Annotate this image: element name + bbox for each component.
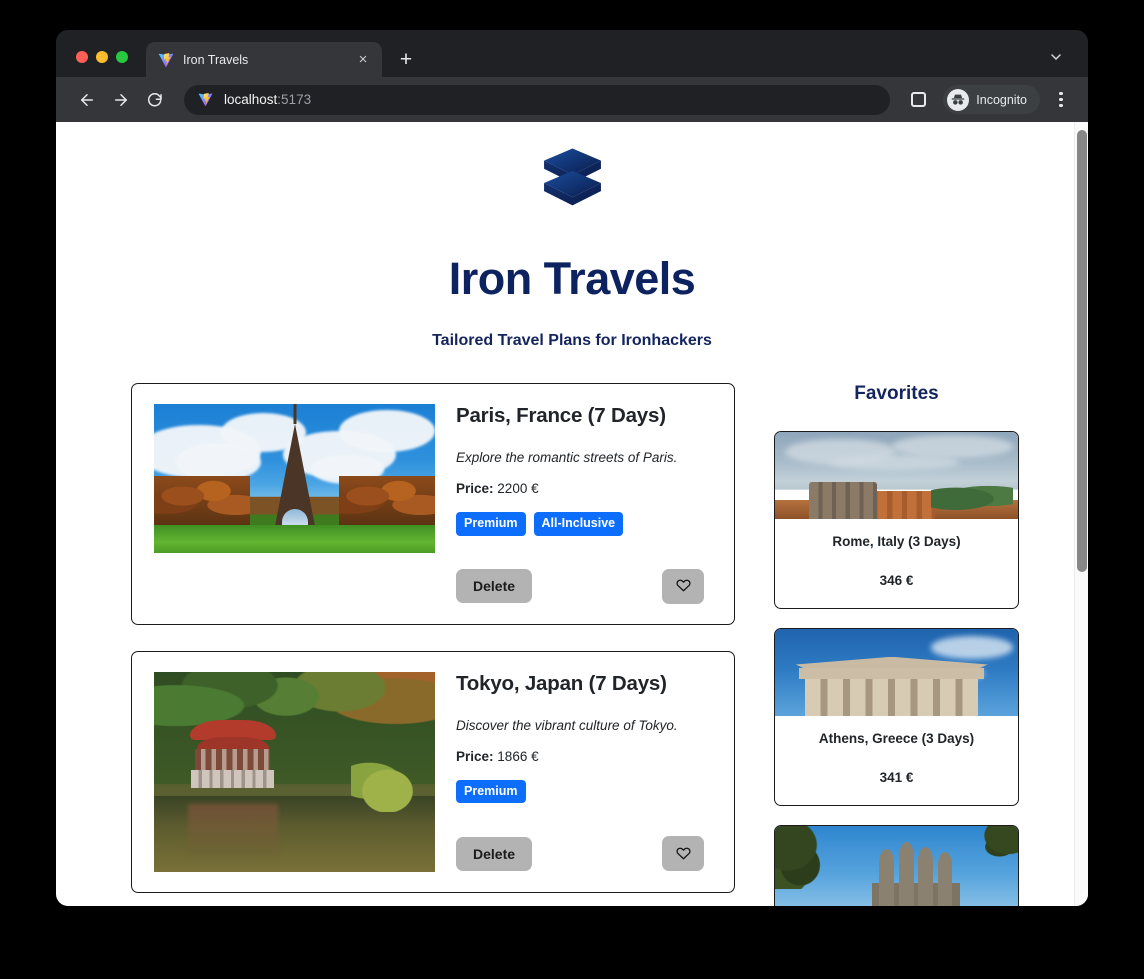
- url-host: localhost: [224, 92, 278, 107]
- favorite-name: Rome, Italy (3 Days): [832, 534, 961, 549]
- kebab-menu-icon[interactable]: [1048, 86, 1074, 114]
- trip-price: Price: 2200 €: [456, 481, 712, 496]
- new-tab-button[interactable]: +: [392, 45, 420, 73]
- reload-button[interactable]: [140, 85, 170, 115]
- forward-button[interactable]: [106, 85, 136, 115]
- site-favicon-icon: [198, 92, 214, 108]
- close-tab-button[interactable]: ×: [354, 51, 372, 69]
- heart-icon: [675, 845, 691, 863]
- incognito-indicator[interactable]: Incognito: [943, 85, 1040, 114]
- window-controls: [56, 51, 128, 77]
- trip-badges: Premium: [456, 779, 712, 803]
- trip-price-label: Price:: [456, 748, 494, 764]
- favorite-price: 341 €: [879, 770, 914, 785]
- trip-details: Paris, France (7 Days) Explore the roman…: [456, 404, 712, 604]
- status-badge: Premium: [456, 779, 526, 803]
- trip-actions: Delete: [456, 836, 704, 871]
- browser-tab[interactable]: Iron Travels ×: [146, 42, 382, 77]
- trip-title: Paris, France (7 Days): [456, 404, 666, 427]
- tab-strip: Iron Travels × +: [56, 30, 1088, 77]
- favorite-info: Rome, Italy (3 Days) 346 €: [775, 519, 1018, 608]
- scrollbar-thumb[interactable]: [1077, 130, 1087, 572]
- trip-actions: Delete: [456, 568, 704, 604]
- trip-price-label: Price:: [456, 481, 494, 496]
- trip-price: Price: 1866 €: [456, 749, 712, 764]
- trip-description: Discover the vibrant culture of Tokyo.: [456, 717, 678, 733]
- page-subtitle: Tailored Travel Plans for Ironhackers: [432, 332, 712, 349]
- favorite-price: 346 €: [879, 573, 914, 588]
- url-port: :5173: [277, 92, 312, 107]
- status-badge: Premium: [456, 512, 526, 536]
- trip-price-value: 2200 €: [497, 481, 539, 496]
- page-scrollbar[interactable]: [1074, 122, 1088, 906]
- favorite-card[interactable]: Barcelona, Spain (3 Days) 349 €: [774, 825, 1019, 906]
- favorite-image-athens: [775, 629, 1018, 716]
- heart-icon: [675, 577, 691, 595]
- favorite-button[interactable]: [662, 836, 704, 871]
- app-logo: [72, 122, 1072, 223]
- page-title: Iron Travels: [448, 253, 696, 304]
- chevron-down-icon[interactable]: [1042, 43, 1070, 71]
- trip-card: Tokyo, Japan (7 Days) Discover the vibra…: [131, 650, 735, 893]
- browser-toolbar: localhost:5173 Incognito: [56, 77, 1088, 122]
- maximize-window-button[interactable]: [116, 51, 128, 63]
- side-panel-icon[interactable]: [904, 86, 932, 114]
- url-text: localhost:5173: [224, 92, 311, 107]
- address-bar[interactable]: localhost:5173: [184, 84, 891, 115]
- favorites-title: Favorites: [854, 383, 939, 404]
- favorites-panel: Favorites Rome, Italy (3 Days) 346 € Ath…: [774, 383, 1019, 906]
- page-content: Iron Travels Tailored Travel Plans for I…: [56, 122, 1088, 906]
- trips-list: Paris, France (7 Days) Explore the roman…: [131, 383, 735, 906]
- back-button[interactable]: [72, 85, 102, 115]
- trip-image-tokyo: [154, 671, 435, 872]
- incognito-avatar-icon: [947, 88, 970, 111]
- status-badge: All-Inclusive: [533, 512, 624, 536]
- favorite-image-rome: [775, 432, 1018, 519]
- browser-window: Iron Travels × + localhost:5173 Incognit…: [56, 30, 1088, 906]
- iron-hack-layers-logo-icon: [543, 148, 601, 206]
- trip-badges: Premium All-Inclusive: [456, 512, 712, 536]
- close-window-button[interactable]: [76, 51, 88, 63]
- trip-card: Paris, France (7 Days) Explore the roman…: [131, 383, 735, 625]
- vite-logo-icon: [158, 52, 174, 68]
- favorite-image-barcelona: [775, 826, 1018, 906]
- trip-image-paris: [154, 404, 435, 553]
- trip-description: Explore the romantic streets of Paris.: [456, 450, 678, 465]
- trip-title: Tokyo, Japan (7 Days): [456, 671, 667, 695]
- incognito-label: Incognito: [976, 92, 1027, 107]
- favorite-button[interactable]: [662, 568, 704, 604]
- page-viewport: Iron Travels Tailored Travel Plans for I…: [56, 122, 1088, 906]
- tab-title: Iron Travels: [183, 52, 249, 67]
- favorite-card[interactable]: Athens, Greece (3 Days) 341 €: [774, 628, 1019, 806]
- favorite-name: Athens, Greece (3 Days): [818, 731, 975, 746]
- main-layout: Paris, France (7 Days) Explore the roman…: [72, 383, 1072, 906]
- favorite-info: Athens, Greece (3 Days) 341 €: [775, 716, 1018, 805]
- delete-button[interactable]: Delete: [456, 836, 533, 871]
- trip-price-value: 1866 €: [497, 748, 539, 764]
- trip-details: Tokyo, Japan (7 Days) Discover the vibra…: [456, 672, 712, 872]
- favorite-card[interactable]: Rome, Italy (3 Days) 346 €: [774, 431, 1019, 609]
- minimize-window-button[interactable]: [96, 51, 108, 63]
- delete-button[interactable]: Delete: [456, 569, 533, 603]
